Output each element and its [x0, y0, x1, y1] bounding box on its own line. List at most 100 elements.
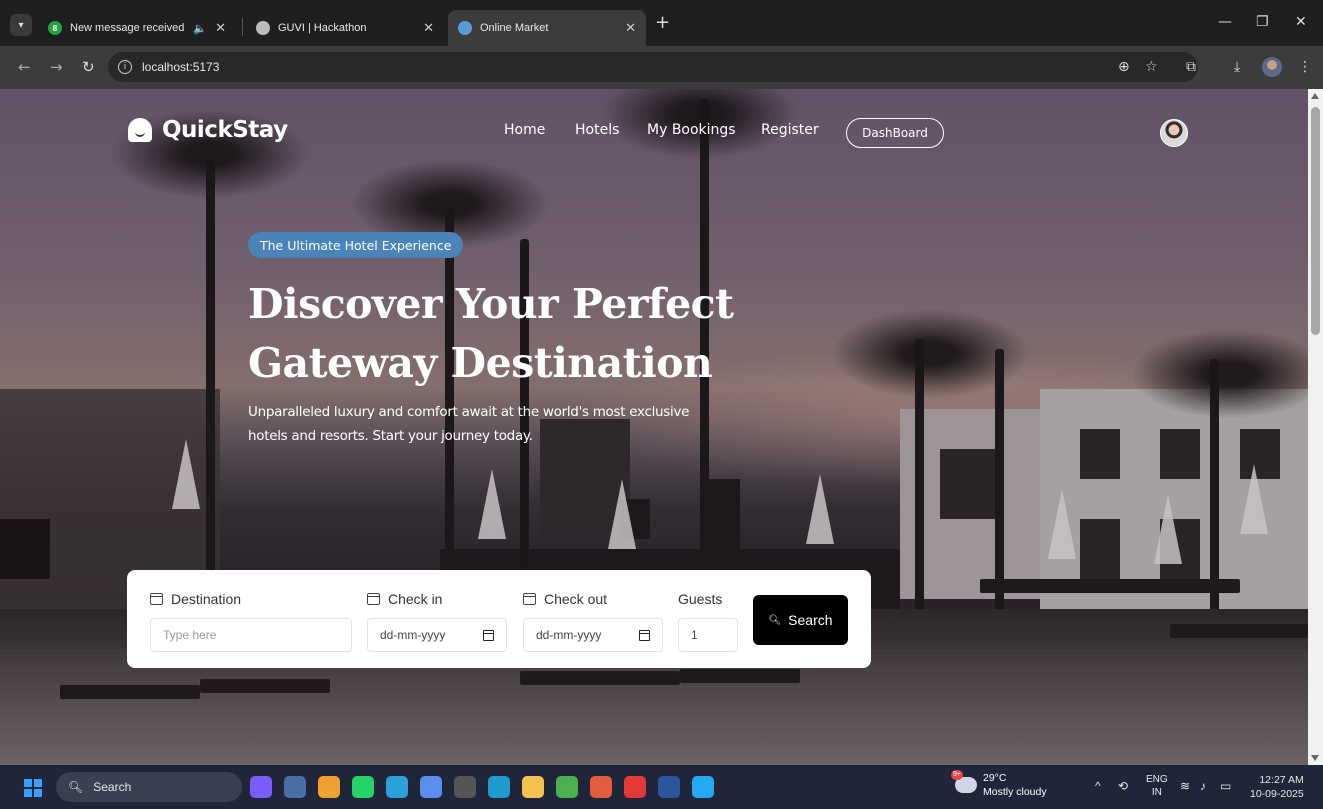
copilot-icon[interactable] — [250, 776, 272, 798]
page-scrollbar[interactable] — [1308, 89, 1323, 765]
file-manager-icon[interactable] — [284, 776, 306, 798]
folder-icon[interactable] — [522, 776, 544, 798]
taskbar-search-label: Search — [93, 780, 132, 794]
scroll-up-icon[interactable] — [1311, 93, 1319, 99]
close-tab-icon[interactable]: ✕ — [423, 20, 434, 36]
infinity-app-icon[interactable] — [318, 776, 340, 798]
lounger — [1170, 624, 1308, 638]
cloudy-weather-icon: 9+ — [951, 770, 977, 793]
lounger — [980, 579, 1240, 593]
page-viewport: QuickStay Home Hotels My Bookings Regist… — [0, 89, 1308, 765]
tab-new-message[interactable]: 8 New message received 🔈 ✕ — [38, 10, 236, 46]
edge-icon[interactable] — [488, 776, 510, 798]
network-alert-icon[interactable]: ⟲ — [1118, 779, 1128, 793]
bookmark-star-icon[interactable]: ☆ — [1145, 59, 1158, 75]
hero-title-line: Gateway Destination — [248, 339, 713, 387]
nav-my-bookings[interactable]: My Bookings — [647, 122, 736, 138]
site-info-icon[interactable]: i — [118, 60, 132, 74]
checkin-label: Check in — [367, 591, 442, 607]
address-bar[interactable]: i localhost:5173 — [108, 52, 1198, 82]
whatsapp-favicon-icon: 8 — [48, 21, 62, 35]
browser-toolbar: ← → ↻ i localhost:5173 ⊕ ☆ ⧉ ⤓ ⋮ — [0, 46, 1323, 89]
tab-search-menu-icon[interactable]: ▾ — [10, 14, 32, 36]
close-window-icon[interactable]: ✕ — [1295, 14, 1307, 30]
checkout-date-value: dd-mm-yyyy — [536, 628, 602, 642]
volume-icon[interactable]: ♪ — [1200, 779, 1206, 793]
close-tab-icon[interactable]: ✕ — [625, 20, 636, 36]
umbrella — [608, 479, 636, 549]
hero-subtitle-line: Unparalleled luxury and comfort await at… — [248, 404, 690, 420]
url-text: localhost:5173 — [142, 60, 220, 74]
new-tab-button[interactable]: + — [655, 14, 670, 32]
tab-label: New message received — [70, 22, 185, 34]
browser-tab-bar: ▾ 8 New message received 🔈 ✕ GUVI | Hack… — [0, 0, 1323, 46]
weather-widget[interactable]: 9+ 29°C Mostly cloudy — [951, 770, 1047, 799]
close-tab-icon[interactable]: ✕ — [215, 20, 226, 36]
nav-register[interactable]: Register — [761, 122, 819, 138]
downloads-icon[interactable]: ⤓ — [1234, 59, 1240, 75]
checkout-label: Check out — [523, 591, 607, 607]
search-icon: 🔍︎ — [68, 780, 84, 794]
whatsapp-icon[interactable] — [352, 776, 374, 798]
reload-icon[interactable]: ↻ — [82, 58, 95, 76]
telegram-icon[interactable] — [386, 776, 408, 798]
restore-icon[interactable]: ❐ — [1256, 14, 1269, 30]
vscode-icon[interactable] — [692, 776, 714, 798]
zoom-icon[interactable]: ⊕ — [1118, 59, 1130, 75]
battery-icon[interactable]: ▭ — [1220, 779, 1231, 793]
calendar-picker-icon[interactable] — [483, 629, 494, 641]
scroll-down-icon[interactable] — [1311, 755, 1319, 761]
nav-hotels[interactable]: Hotels — [575, 122, 619, 138]
clock-time: 12:27 AM — [1259, 774, 1304, 786]
lounger — [520, 671, 680, 685]
tab-online-market[interactable]: Online Market ✕ — [448, 10, 646, 46]
destination-label: Destination — [150, 591, 241, 607]
hero-subtitle-line: hotels and resorts. Start your journey t… — [248, 428, 533, 444]
minimize-icon[interactable]: — — [1218, 14, 1232, 30]
youtube-icon[interactable] — [624, 776, 646, 798]
app-icon[interactable] — [420, 776, 442, 798]
forward-icon[interactable]: → — [50, 58, 63, 76]
language-indicator[interactable]: ENG IN — [1146, 773, 1168, 799]
dashboard-button[interactable]: DashBoard — [846, 118, 944, 148]
checkin-date-input[interactable]: dd-mm-yyyy — [367, 618, 507, 652]
windows-start-icon[interactable] — [24, 779, 42, 797]
show-hidden-icons-icon[interactable]: ^ — [1095, 779, 1101, 793]
umbrella — [1240, 464, 1268, 534]
scroll-thumb[interactable] — [1311, 107, 1320, 335]
back-icon[interactable]: ← — [18, 58, 31, 76]
menu-kebab-icon[interactable]: ⋮ — [1298, 59, 1312, 75]
hero-subtitle: Unparalleled luxury and comfort await at… — [248, 400, 718, 448]
hero-title: Discover Your Perfect Gateway Destinatio… — [248, 275, 848, 393]
site-favicon-icon — [458, 21, 472, 35]
taskbar-search[interactable]: 🔍︎ Search — [56, 772, 242, 802]
guests-input[interactable]: 1 — [678, 618, 738, 652]
tab-label: GUVI | Hackathon — [278, 22, 367, 34]
weather-temp: 29°C — [983, 772, 1007, 784]
checkout-date-input[interactable]: dd-mm-yyyy — [523, 618, 663, 652]
chatgpt-icon[interactable] — [454, 776, 476, 798]
search-button-label: Search — [788, 612, 833, 628]
system-clock[interactable]: 12:27 AM 10-09-2025 — [1250, 773, 1304, 801]
nav-home[interactable]: Home — [504, 122, 545, 138]
site-logo[interactable]: QuickStay — [128, 117, 288, 143]
umbrella — [1154, 494, 1182, 564]
wifi-icon[interactable]: ≋ — [1180, 779, 1190, 793]
destination-label-text: Destination — [171, 591, 242, 607]
weather-alert-badge: 9+ — [951, 770, 963, 780]
word-icon[interactable] — [658, 776, 680, 798]
calendar-icon — [150, 593, 163, 605]
lounger — [200, 679, 330, 693]
chrome-icon[interactable] — [556, 776, 578, 798]
destination-input[interactable]: Type here — [150, 618, 352, 652]
checkin-date-value: dd-mm-yyyy — [380, 628, 446, 642]
search-button[interactable]: 🔍︎ Search — [753, 595, 848, 645]
tab-guvi-hackathon[interactable]: GUVI | Hackathon ✕ — [246, 10, 444, 46]
tab-label: Online Market — [480, 22, 549, 34]
extensions-icon[interactable]: ⧉ — [1186, 59, 1196, 75]
user-avatar[interactable] — [1160, 119, 1188, 147]
chrome-profile-icon[interactable] — [590, 776, 612, 798]
profile-avatar[interactable] — [1262, 57, 1282, 77]
tab-audio-icon[interactable]: 🔈 — [193, 22, 207, 35]
calendar-picker-icon[interactable] — [639, 629, 650, 641]
